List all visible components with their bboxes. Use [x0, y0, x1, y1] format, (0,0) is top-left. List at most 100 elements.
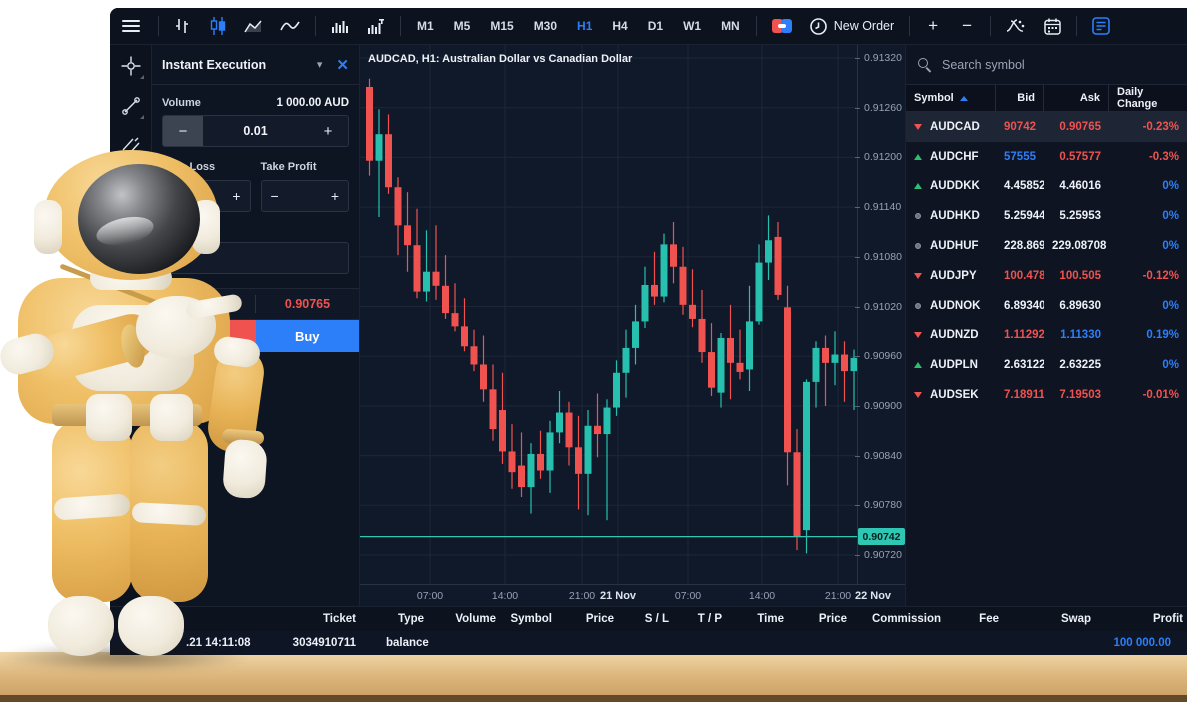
chart-area[interactable]: AUDCAD, H1: Australian Dollar vs Canadia…: [360, 45, 905, 606]
close-icon[interactable]: ✕: [336, 56, 349, 74]
calendar-icon[interactable]: [1035, 8, 1070, 44]
take-profit-label: Take Profit: [261, 161, 350, 173]
volume-input[interactable]: 0.01: [203, 116, 308, 146]
symbol-search[interactable]: Search symbol: [906, 45, 1187, 85]
zoom-in-button[interactable]: +: [916, 8, 950, 44]
volume-label: Volume: [162, 97, 201, 109]
balance-row[interactable]: .21 14:11:08 3034910711 balance 100 000.…: [110, 631, 1187, 655]
neutral-dot-icon: [915, 213, 921, 219]
watch-row-audchf[interactable]: AUDCHF575550.57577-0.3%: [906, 142, 1187, 172]
bid-value: 7.18911: [996, 389, 1044, 401]
column-ask[interactable]: Ask: [1044, 85, 1109, 111]
history-table: TicketTypeVolumeSymbolPriceS / LT / PTim…: [110, 606, 1187, 655]
history-column-profit[interactable]: Profit: [1095, 613, 1187, 625]
history-column-time[interactable]: Time: [726, 613, 788, 625]
volume-value: 1 000.00 AUD: [277, 97, 349, 109]
symbol-name: AUDJPY: [906, 270, 996, 282]
timeframe-m30[interactable]: M30: [524, 8, 567, 44]
one-click-trading-icon[interactable]: [763, 8, 801, 44]
channel-icon[interactable]: [118, 133, 144, 159]
menu-icon[interactable]: [110, 8, 152, 44]
history-column-price[interactable]: Price: [556, 613, 618, 625]
zoom-out-button[interactable]: −: [950, 8, 984, 44]
timeframe-d1[interactable]: D1: [638, 8, 673, 44]
bid-value: 57555: [996, 151, 1044, 163]
tick-volumes-icon[interactable]: [358, 8, 394, 44]
time-axis[interactable]: 07:0014:0021:0021 Nov07:0014:0021:0022 N…: [360, 584, 905, 606]
take-profit-increase-button[interactable]: +: [331, 188, 339, 204]
price-axis-label: 0.90900: [864, 400, 902, 412]
new-order-button[interactable]: New Order: [801, 8, 903, 44]
symbol-name: AUDPLN: [906, 359, 996, 371]
search-placeholder: Search symbol: [942, 58, 1025, 72]
bid-value: 2.63122: [996, 359, 1044, 371]
history-column-sl[interactable]: S / L: [618, 613, 673, 625]
order-panel-header: Instant Execution ▾ ✕: [152, 45, 359, 85]
indicators-icon[interactable]: [997, 8, 1035, 44]
chevron-down-icon[interactable]: ▾: [317, 58, 323, 71]
timeframe-mn[interactable]: MN: [711, 8, 750, 44]
candlestick-chart[interactable]: [360, 45, 857, 584]
history-column-tp[interactable]: T / P: [673, 613, 726, 625]
take-profit-stepper[interactable]: − +: [261, 180, 350, 212]
volume-decrease-button[interactable]: −: [163, 116, 203, 146]
history-column-ticket[interactable]: Ticket: [240, 613, 360, 625]
line-chart-icon[interactable]: [271, 8, 309, 44]
market-watch-panel: Search symbol Symbol Bid Ask Daily Chang…: [905, 45, 1187, 606]
watch-row-audnzd[interactable]: AUDNZD1.112921.113300.19%: [906, 321, 1187, 351]
timeframe-m1[interactable]: M1: [407, 8, 444, 44]
daily-change-value: 0%: [1109, 210, 1187, 222]
timeframe-m15[interactable]: M15: [480, 8, 523, 44]
volume-increase-button[interactable]: +: [308, 116, 348, 146]
watch-row-audsek[interactable]: AUDSEK7.189117.19503-0.01%: [906, 380, 1187, 410]
history-column-commission[interactable]: Commission: [851, 613, 945, 625]
daily-change-value: -0.3%: [1109, 151, 1187, 163]
timeframe-w1[interactable]: W1: [673, 8, 711, 44]
order-mode-select[interactable]: Instant Execution: [162, 58, 317, 72]
stop-loss-decrease-button[interactable]: −: [172, 188, 180, 204]
history-column-volume[interactable]: Volume: [428, 613, 500, 625]
time-axis-label: 07:00: [417, 590, 443, 602]
history-column-symbol[interactable]: Symbol: [500, 613, 556, 625]
stop-loss-increase-button[interactable]: +: [232, 188, 240, 204]
bid-value: 4.45852: [996, 180, 1044, 192]
watch-row-audhkd[interactable]: AUDHKD5.259445.259530%: [906, 201, 1187, 231]
watch-row-auddkk[interactable]: AUDDKK4.458524.460160%: [906, 172, 1187, 202]
watch-row-audpln[interactable]: AUDPLN2.631222.632250%: [906, 350, 1187, 380]
sell-button[interactable]: Sell: [152, 320, 256, 352]
take-profit-decrease-button[interactable]: −: [271, 188, 279, 204]
volumes-icon[interactable]: [322, 8, 358, 44]
column-bid[interactable]: Bid: [996, 85, 1044, 111]
history-column-swap[interactable]: Swap: [1003, 613, 1095, 625]
bid-ask-row: 0.90742 0.90765: [152, 288, 359, 320]
trendline-icon[interactable]: [118, 93, 144, 119]
watch-row-audhuf[interactable]: AUDHUF228.86992229.087080%: [906, 231, 1187, 261]
price-axis-label: 0.91260: [864, 102, 902, 114]
news-icon[interactable]: [1083, 8, 1119, 44]
stop-loss-stepper[interactable]: − +: [162, 180, 251, 212]
watch-row-audjpy[interactable]: AUDJPY100.478100.505-0.12%: [906, 261, 1187, 291]
date-axis-label: 22 Nov: [855, 590, 891, 602]
watch-row-audnok[interactable]: AUDNOK6.893406.896300%: [906, 291, 1187, 321]
price-axis-label: 0.91020: [864, 301, 902, 313]
timeframe-h1[interactable]: H1: [567, 8, 602, 44]
time-axis-label: 14:00: [749, 590, 775, 602]
comment-input[interactable]: [162, 242, 349, 274]
column-symbol[interactable]: Symbol: [906, 85, 996, 111]
history-column-type[interactable]: Type: [360, 613, 428, 625]
column-daily-change[interactable]: Daily Change: [1109, 85, 1187, 111]
ask-value: 2.63225: [1044, 359, 1109, 371]
buy-button[interactable]: Buy: [256, 320, 360, 352]
daily-change-value: 0.19%: [1109, 329, 1187, 341]
area-chart-icon[interactable]: [235, 8, 271, 44]
history-column-price[interactable]: Price: [788, 613, 851, 625]
timeframe-h4[interactable]: H4: [602, 8, 637, 44]
candlestick-chart-icon[interactable]: [201, 8, 235, 44]
bars-chart-icon[interactable]: [165, 8, 201, 44]
watch-row-audcad[interactable]: AUDCAD907420.90765-0.23%: [906, 112, 1187, 142]
symbol-name: AUDHUF: [906, 240, 996, 252]
history-column-fee[interactable]: Fee: [945, 613, 1003, 625]
price-axis[interactable]: 0.90742 0.913200.912600.912000.911400.91…: [857, 45, 905, 584]
timeframe-m5[interactable]: M5: [444, 8, 481, 44]
crosshair-icon[interactable]: [118, 53, 144, 79]
